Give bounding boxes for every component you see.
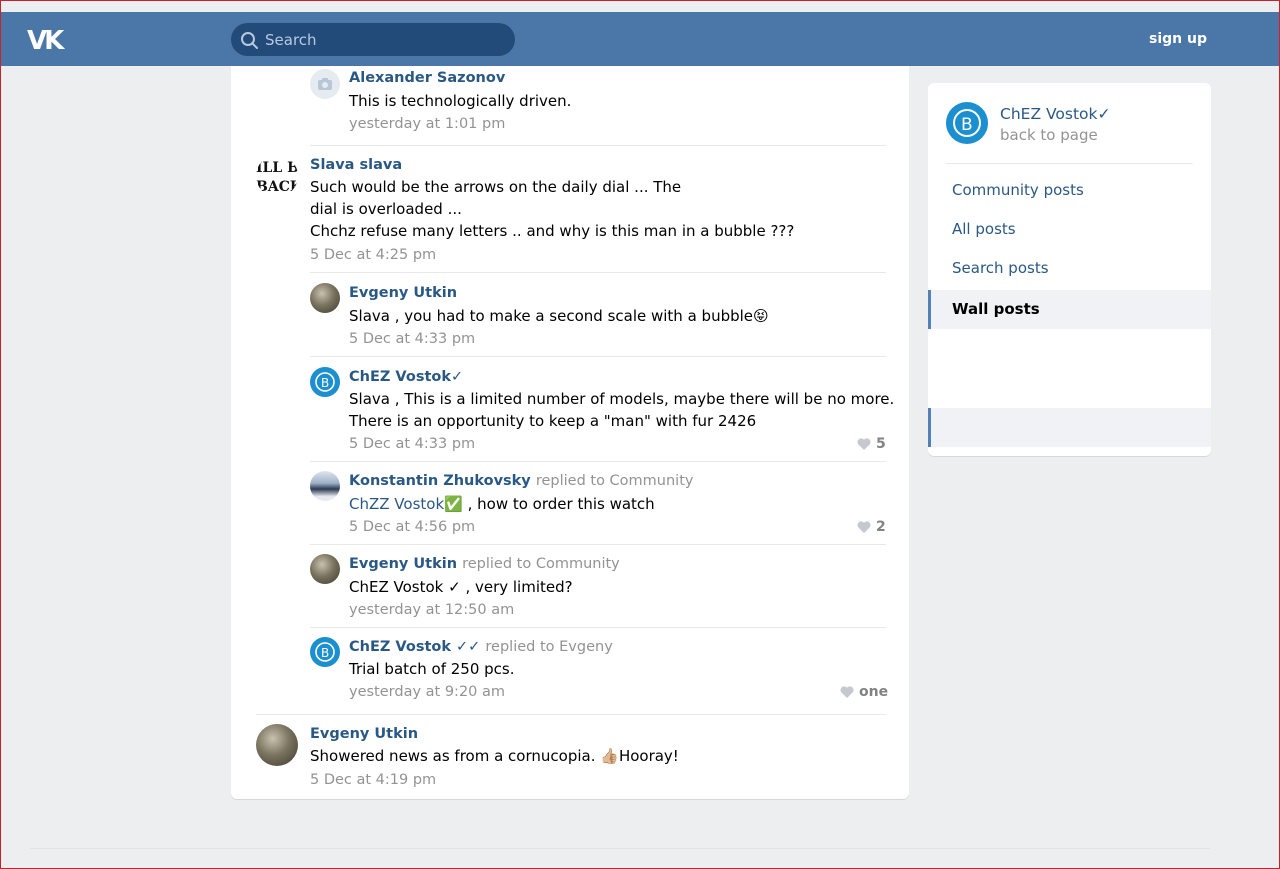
comment-text: ChZZ Vostok✅ , how to order this watch <box>349 495 655 513</box>
comment-author[interactable]: ChEZ Vostok ✓✓ replied to Evgeny <box>349 639 613 655</box>
menu-community-posts[interactable]: Community posts <box>928 171 1211 210</box>
comment-date[interactable]: 5 Dec at 4:19 pm <box>310 772 436 788</box>
divider <box>310 544 886 545</box>
sidebar-selected-bar <box>928 408 1211 447</box>
thumbs-up-icon: 👍🏼 <box>600 747 619 765</box>
svg-text:ILL BE: ILL BE <box>256 160 298 176</box>
community-sidebar: B ChEZ Vostok✓ back to page Community po… <box>928 83 1211 456</box>
divider <box>310 356 886 357</box>
avatar[interactable]: ILL BE BACK <box>256 155 298 197</box>
vostok-logo-icon[interactable]: B <box>946 102 988 144</box>
comment-date[interactable]: 5 Dec at 4:25 pm <box>310 247 436 263</box>
comment-author[interactable]: Slava slava <box>310 157 402 173</box>
svg-text:B: B <box>321 646 329 660</box>
vostok-logo-icon[interactable]: B <box>310 637 340 667</box>
comment-author[interactable]: Konstantin Zhukovsky replied to Communit… <box>349 473 693 489</box>
menu-all-posts[interactable]: All posts <box>928 210 1211 249</box>
footer-divider <box>30 848 1210 849</box>
search-box[interactable] <box>231 23 515 56</box>
comment-author[interactable]: Alexander Sazonov <box>349 70 505 86</box>
divider <box>946 163 1193 164</box>
avatar[interactable] <box>310 283 340 313</box>
divider <box>256 714 886 715</box>
avatar[interactable] <box>256 724 298 766</box>
comment-date[interactable]: yesterday at 12:50 am <box>349 602 514 618</box>
svg-text:BACK: BACK <box>256 179 298 195</box>
comment-date[interactable]: 5 Dec at 4:33 pm <box>349 436 475 452</box>
divider <box>310 627 886 628</box>
search-icon <box>241 32 258 49</box>
heart-icon <box>840 686 854 698</box>
like-button[interactable]: 2 <box>857 519 886 535</box>
comment-date[interactable]: 5 Dec at 4:33 pm <box>349 331 475 347</box>
check-emoji-icon: ✅ <box>444 495 463 513</box>
comment-text: There is an opportunity to keep a "man" … <box>349 412 757 430</box>
comment-text: ChEZ Vostok ✓ , very limited? <box>349 578 573 596</box>
like-button[interactable]: one <box>840 684 888 700</box>
divider <box>310 145 886 146</box>
comment-text: Showered news as from a cornucopia. 👍🏼Ho… <box>310 747 679 765</box>
comment-author[interactable]: Evgeny Utkin replied to Community <box>349 556 620 572</box>
avatar[interactable] <box>310 554 340 584</box>
comment-date[interactable]: 5 Dec at 4:56 pm <box>349 519 475 535</box>
comment-date[interactable]: yesterday at 1:01 pm <box>349 116 505 132</box>
heart-icon <box>857 438 871 450</box>
svg-text:B: B <box>961 115 973 135</box>
menu-wall-posts[interactable]: Wall posts <box>928 290 1211 329</box>
top-bar: VK sign up <box>1 12 1279 66</box>
avatar[interactable] <box>310 69 340 99</box>
community-name[interactable]: ChEZ Vostok✓ <box>1000 105 1110 123</box>
comment-text: Trial batch of 250 pcs. <box>349 660 515 678</box>
heart-icon <box>857 521 871 533</box>
back-to-page-link[interactable]: back to page <box>1000 126 1098 144</box>
svg-text:VK: VK <box>27 26 65 52</box>
camera-icon <box>318 78 332 90</box>
comment-author[interactable]: Evgeny Utkin <box>349 285 457 301</box>
vk-logo-icon[interactable]: VK <box>27 26 68 56</box>
mention-link[interactable]: ChZZ Vostok <box>349 495 444 513</box>
menu-search-posts[interactable]: Search posts <box>928 249 1211 288</box>
comments-feed: Alexander Sazonov This is technologicall… <box>231 66 909 799</box>
comment-text: This is technologically driven. <box>349 92 572 110</box>
avatar[interactable] <box>310 471 340 501</box>
comment-date[interactable]: yesterday at 9:20 am <box>349 684 505 700</box>
comment-author[interactable]: ChEZ Vostok✓ <box>349 369 463 385</box>
comment-author[interactable]: Evgeny Utkin <box>310 726 418 742</box>
search-input[interactable] <box>265 23 505 56</box>
divider <box>310 461 886 462</box>
divider <box>310 272 886 273</box>
comment-text: dial is overloaded ... <box>310 200 462 218</box>
comment-text: Slava , you had to make a second scale w… <box>349 307 769 325</box>
sign-up-link[interactable]: sign up <box>1149 31 1207 47</box>
comment-text: Slava , This is a limited number of mode… <box>349 390 895 408</box>
comment-text: Such would be the arrows on the daily di… <box>310 178 682 196</box>
svg-text:B: B <box>321 376 329 390</box>
like-button[interactable]: 5 <box>857 436 886 452</box>
emoji-icon: 😝 <box>753 307 769 325</box>
comment-text: Chchz refuse many letters .. and why is … <box>310 222 795 240</box>
vostok-logo-icon[interactable]: B <box>310 367 340 397</box>
